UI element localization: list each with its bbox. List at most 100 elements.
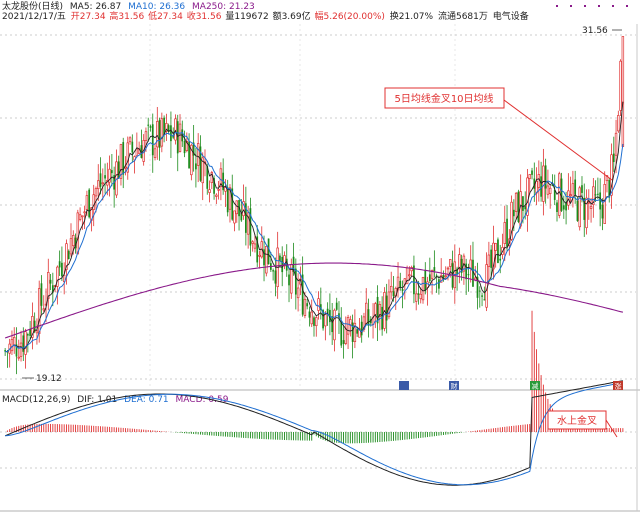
- candle-body: [356, 329, 359, 334]
- candle-body: [265, 246, 268, 274]
- candle-body: [104, 175, 106, 179]
- candle-body: [365, 302, 368, 324]
- candle-body: [17, 356, 20, 359]
- candle-body: [24, 331, 27, 355]
- stock-chart[interactable]: 31.56 19.12 5日均线金叉10日均线财 减 涨水上金叉: [0, 0, 640, 514]
- candle-body: [42, 308, 45, 311]
- candle-body: [217, 189, 220, 191]
- candle-body: [61, 262, 63, 277]
- annotations: 31.56 19.12 5日均线金叉10日均线财 减 涨水上金叉: [22, 26, 623, 438]
- candle-body: [274, 270, 277, 284]
- candle-body: [490, 249, 493, 268]
- top-marker: [570, 5, 572, 7]
- event-marker-label: 财: [451, 382, 458, 391]
- candle-body: [351, 322, 354, 342]
- candle-body: [83, 211, 86, 214]
- candle-body: [390, 285, 393, 293]
- candle-body: [567, 190, 570, 206]
- candle-body: [29, 329, 31, 336]
- candle-body: [517, 191, 520, 222]
- candle-body: [267, 238, 270, 265]
- candle-body: [279, 255, 281, 261]
- candle-body: [587, 201, 591, 204]
- candle-body: [78, 214, 82, 220]
- low-price-label: 19.12: [36, 374, 62, 384]
- candle-body: [546, 185, 550, 195]
- candle-body: [233, 210, 236, 224]
- candle-body: [117, 161, 120, 179]
- candle-body: [147, 124, 150, 126]
- candle-body: [571, 183, 575, 198]
- candle-body: [514, 192, 518, 212]
- candle-body: [433, 267, 436, 272]
- candle-body: [542, 165, 545, 202]
- candle-body: [156, 121, 159, 148]
- candle-body: [111, 170, 113, 174]
- candle-body: [528, 174, 531, 179]
- candle-body: [408, 274, 411, 277]
- candle-body: [617, 115, 620, 132]
- candle-body: [578, 187, 581, 228]
- candle-body: [174, 118, 177, 141]
- candle-body: [333, 309, 336, 341]
- candle-body: [149, 126, 152, 128]
- candle-body: [10, 339, 14, 352]
- candle-body: [315, 317, 318, 327]
- candle-body: [469, 259, 472, 269]
- candle-body: [119, 144, 123, 179]
- candle-body: [524, 206, 527, 210]
- candle-body: [574, 179, 577, 195]
- candle-body: [303, 298, 307, 316]
- candle-body: [324, 314, 327, 327]
- candle-body: [226, 187, 229, 213]
- candle-body: [449, 259, 452, 267]
- candle-body: [478, 290, 481, 292]
- candle-body: [340, 321, 343, 346]
- candle-body: [176, 121, 179, 154]
- candle-body: [196, 143, 200, 166]
- ma5-line: [5, 101, 624, 353]
- candle-body: [544, 165, 547, 189]
- ma-cross-arrow: [503, 99, 613, 181]
- candle-body: [512, 209, 515, 217]
- candle-body: [399, 280, 402, 288]
- candle-body: [235, 200, 238, 215]
- candle-body: [569, 194, 572, 196]
- candle-body: [619, 60, 622, 111]
- candle-body: [594, 194, 597, 196]
- candle-body: [414, 293, 418, 302]
- candle-body: [183, 140, 186, 154]
- candle-body: [153, 148, 157, 158]
- candle-body: [160, 118, 164, 147]
- candle-body: [421, 277, 425, 301]
- candle-body: [497, 239, 499, 263]
- candle-body: [614, 132, 618, 156]
- candle-body: [413, 265, 415, 295]
- candle-body: [81, 215, 84, 218]
- candle-body: [258, 254, 261, 257]
- candle-body: [401, 289, 404, 292]
- candle-body: [26, 334, 29, 336]
- event-marker-label: 涨: [615, 382, 622, 391]
- candle-body: [131, 141, 134, 153]
- candle-body: [444, 275, 447, 278]
- candle-body: [13, 337, 16, 346]
- candle-body: [556, 202, 558, 213]
- candle-body: [88, 189, 91, 218]
- candle-body: [483, 299, 486, 301]
- candle-body: [308, 311, 311, 318]
- candle-body: [76, 212, 80, 255]
- candle-body: [128, 137, 132, 143]
- candle-body: [313, 317, 315, 326]
- candle-body: [346, 317, 350, 335]
- candle-body: [576, 200, 579, 221]
- candle-body: [506, 218, 508, 247]
- high-price-label: 31.56: [582, 26, 608, 36]
- candle-body: [503, 222, 506, 244]
- candle-body: [151, 124, 154, 156]
- candle-body: [158, 120, 161, 148]
- candle-body: [85, 195, 89, 210]
- candle-body: [458, 254, 461, 270]
- candle-body: [272, 270, 274, 272]
- top-marker: [612, 5, 614, 7]
